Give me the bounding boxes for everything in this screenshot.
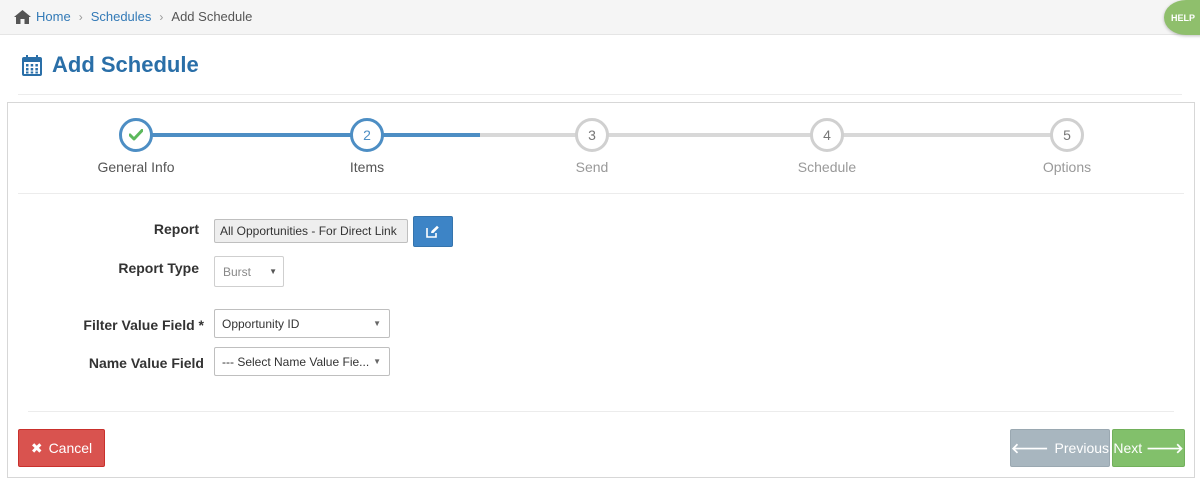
filter-value-field-label: Filter Value Field * <box>83 317 204 333</box>
breadcrumb-current: Add Schedule <box>171 9 253 24</box>
name-value-field-value: --- Select Name Value Fie... <box>222 355 370 369</box>
help-button[interactable]: HELP <box>1164 0 1200 35</box>
calendar-icon <box>22 54 42 76</box>
wizard-step-2-label: Items <box>349 159 385 175</box>
previous-button[interactable]: 🡐 Previous <box>1010 429 1110 467</box>
wizard-step-2[interactable]: 2 <box>350 118 384 152</box>
breadcrumb: Home › Schedules › Add Schedule <box>14 9 252 24</box>
previous-button-label: Previous <box>1054 440 1110 456</box>
caret-down-icon: ▼ <box>373 357 381 366</box>
wizard-panel: General Info 2 Items 3 Send 4 Schedule 5… <box>7 102 1195 478</box>
caret-down-icon: ▼ <box>269 267 277 276</box>
filter-value-field-value: Opportunity ID <box>222 317 300 331</box>
wizard-step-4-label: Schedule <box>797 159 857 175</box>
close-icon: ✖ <box>30 439 43 456</box>
help-label: HELP <box>1171 12 1196 23</box>
wizard-step-3-label: Send <box>575 159 609 175</box>
page-title: Add Schedule <box>52 52 199 77</box>
chevron-right-icon: › <box>159 9 164 24</box>
wizard-step-1-label: General Info <box>97 159 175 175</box>
wizard-track-pending <box>480 133 1067 137</box>
report-field: All Opportunities - For Direct Link <box>214 219 408 243</box>
caret-down-icon: ▼ <box>373 319 381 328</box>
report-type-value: Burst <box>223 265 252 279</box>
name-value-field-label: Name Value Field <box>88 355 204 371</box>
arrow-left-icon: 🡐 <box>1011 439 1049 456</box>
wizard-track-complete <box>137 133 367 137</box>
divider <box>28 411 1174 412</box>
edit-report-button[interactable] <box>413 216 453 247</box>
checkmark-icon <box>129 129 143 141</box>
name-value-field-select[interactable]: --- Select Name Value Fie... ▼ <box>214 347 390 376</box>
report-type-label: Report Type <box>118 260 199 276</box>
breadcrumb-bar: Home › Schedules › Add Schedule HELP <box>0 0 1200 35</box>
filter-value-field-select[interactable]: Opportunity ID ▼ <box>214 309 390 338</box>
edit-icon <box>426 225 439 238</box>
arrow-right-icon: 🡒 <box>1146 439 1184 456</box>
page-header: Add Schedule <box>22 52 199 78</box>
chevron-right-icon: › <box>78 9 83 24</box>
next-button-label: Next <box>1113 440 1143 456</box>
breadcrumb-schedules-link[interactable]: Schedules <box>91 9 152 24</box>
divider <box>18 193 1184 194</box>
wizard-step-5-label: Options <box>1042 159 1092 175</box>
breadcrumb-home-link[interactable]: Home <box>36 9 71 24</box>
wizard-steps: General Info 2 Items 3 Send 4 Schedule 5… <box>8 103 1194 194</box>
wizard-step-5[interactable]: 5 <box>1050 118 1084 152</box>
cancel-button[interactable]: ✖ Cancel <box>18 429 105 467</box>
divider <box>18 94 1182 95</box>
wizard-step-3[interactable]: 3 <box>575 118 609 152</box>
cancel-button-label: Cancel <box>48 440 93 456</box>
wizard-step-4[interactable]: 4 <box>810 118 844 152</box>
next-button[interactable]: Next 🡒 <box>1112 429 1185 467</box>
home-icon[interactable] <box>14 9 31 24</box>
report-type-select[interactable]: Burst ▼ <box>214 256 284 287</box>
wizard-step-1[interactable] <box>119 118 153 152</box>
report-label: Report <box>153 221 199 237</box>
